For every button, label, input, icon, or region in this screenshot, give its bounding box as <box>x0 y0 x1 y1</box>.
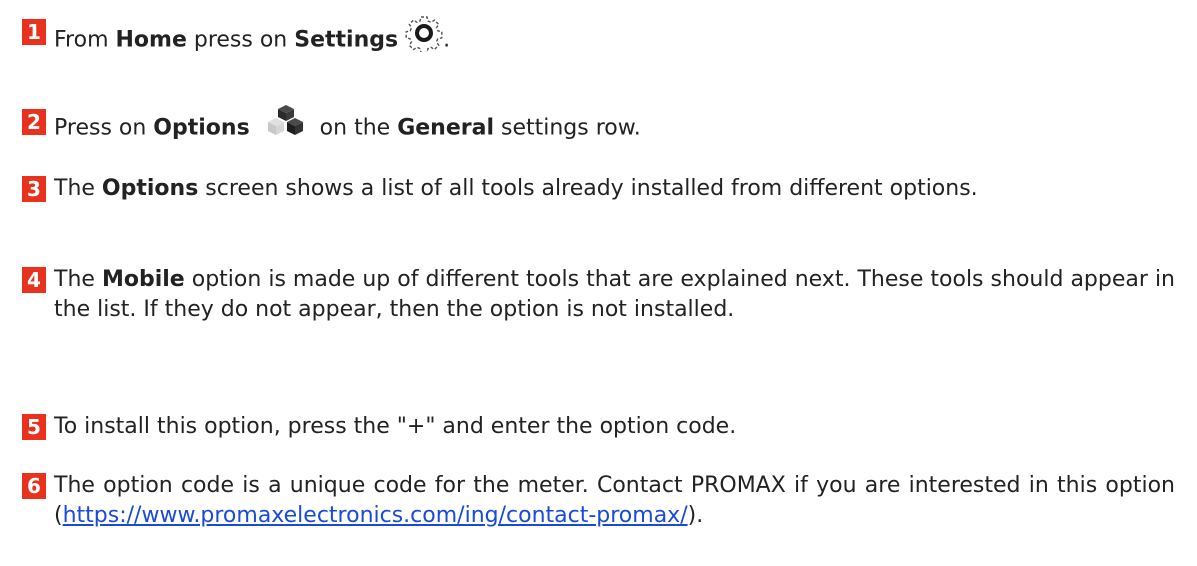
step-text: The Options screen shows a list of all t… <box>54 176 978 201</box>
cubes-icon <box>265 104 307 147</box>
step-text: Press on Options on the General settings… <box>54 104 1175 150</box>
general-label: General <box>397 115 494 141</box>
options-label: Options <box>101 176 199 201</box>
step-text: To install this option, press the "+" an… <box>54 414 737 439</box>
step-number-badge: 4 <box>22 267 46 293</box>
step-number-badge: 1 <box>22 19 46 45</box>
step-text: The option code is a unique code for the… <box>54 473 1175 528</box>
step-number-badge: 2 <box>22 109 46 135</box>
step-number-badge: 3 <box>22 176 46 202</box>
step-text: From Home press on Settings . <box>54 14 1175 64</box>
settings-label: Settings <box>294 27 399 53</box>
step-number-badge: 5 <box>22 414 46 440</box>
contact-promax-link[interactable]: https://www.promaxelectronics.com/ing/co… <box>63 503 688 528</box>
options-label: Options <box>153 115 250 141</box>
gear-icon <box>405 14 443 61</box>
home-label: Home <box>115 27 187 53</box>
mobile-label: Mobile <box>101 267 185 292</box>
step-text: The Mobile option is made up of differen… <box>54 267 1176 322</box>
step-number-badge: 6 <box>22 473 46 499</box>
